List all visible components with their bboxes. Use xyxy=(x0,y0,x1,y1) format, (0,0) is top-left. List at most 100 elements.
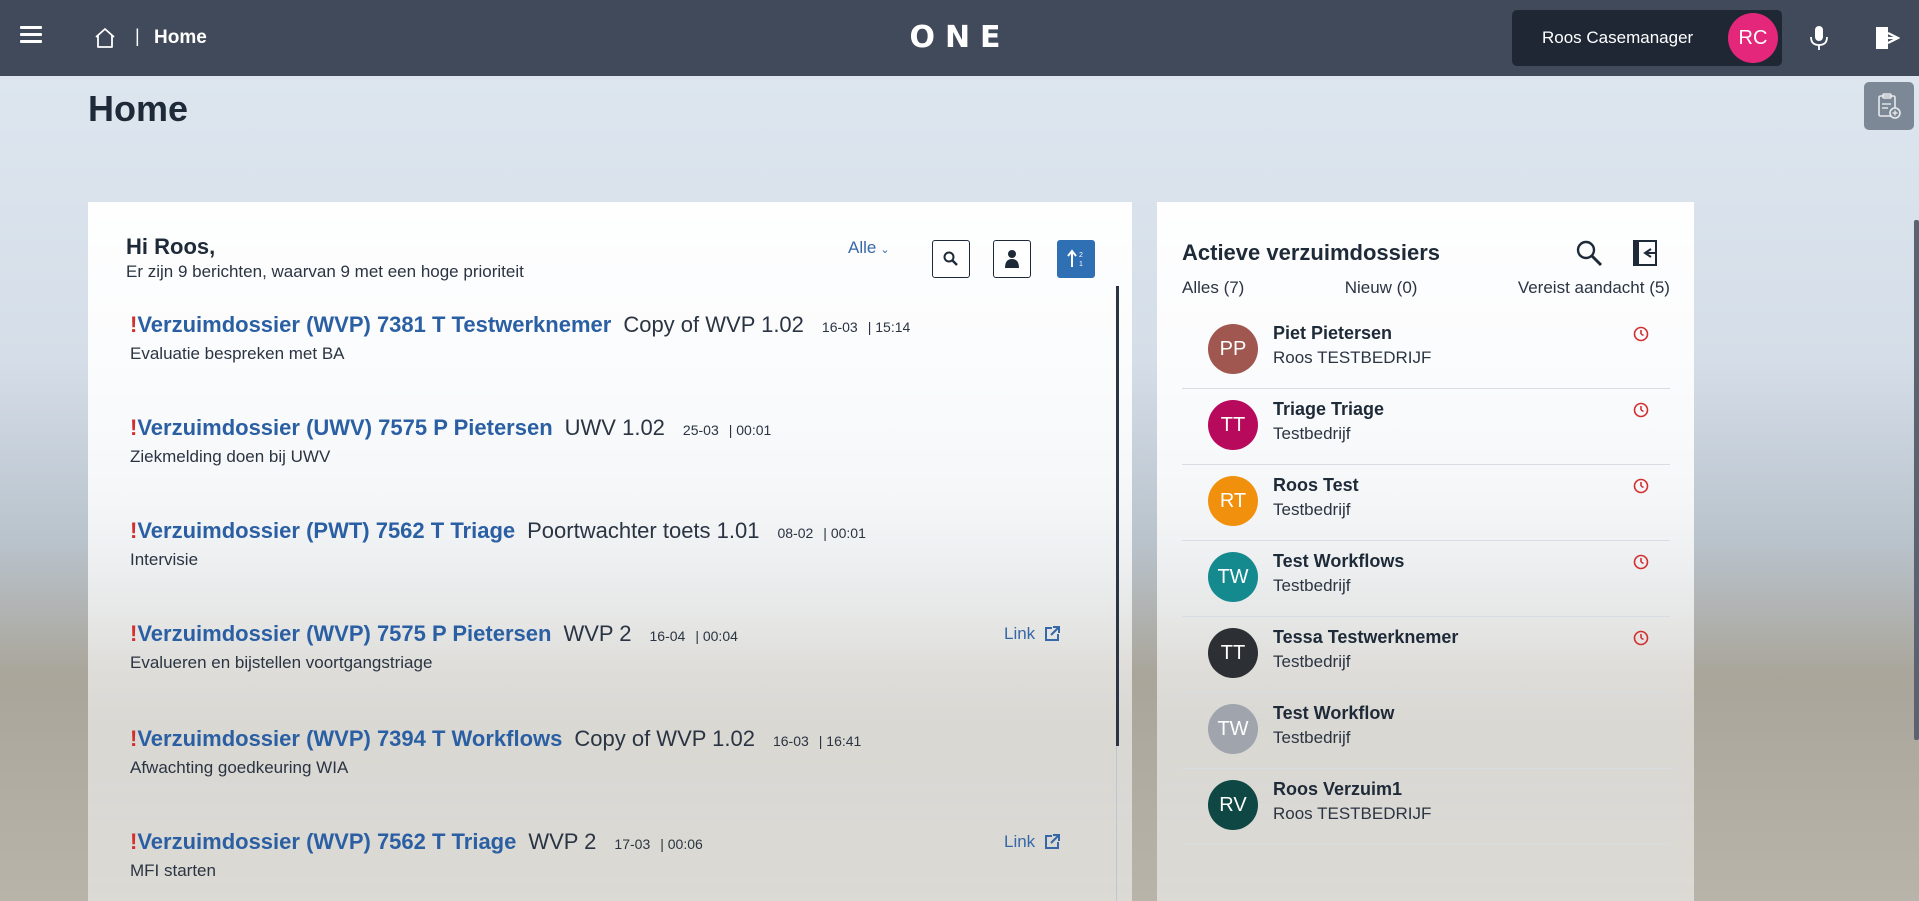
sort-button[interactable]: 2 1 xyxy=(1057,240,1095,278)
search-icon xyxy=(943,251,958,266)
dossiers-panel: Actieve verzuimdossiers Alles (7) Nieuw … xyxy=(1157,202,1694,901)
dossier-item[interactable]: TW Test Workflow Testbedrijf xyxy=(1182,693,1670,769)
priority-marker: ! xyxy=(130,726,138,751)
message-header: ! Verzuimdossier (WVP) 7575 P Pietersen WV… xyxy=(130,621,738,647)
dossier-company: Roos TESTBEDRIJF xyxy=(1273,804,1432,823)
message-external-link[interactable]: Link xyxy=(1004,832,1061,852)
user-menu[interactable]: Roos Casemanager RC xyxy=(1512,10,1782,66)
dossier-list: PP Piet Pietersen Roos TESTBEDRIJF TT Triage… xyxy=(1182,313,1670,845)
message-date: 25-03 xyxy=(682,422,719,438)
messages-summary: Er zijn 9 berichten, waarvan 9 met een h… xyxy=(126,262,524,281)
message-external-link[interactable]: Link xyxy=(1004,624,1061,644)
tab-alles[interactable]: Alles (7) xyxy=(1182,278,1244,298)
hamburger-menu-icon[interactable] xyxy=(20,26,42,50)
person-icon xyxy=(1005,250,1019,268)
dossiers-title: Actieve verzuimdossiers xyxy=(1182,240,1441,265)
tab-vereist-aandacht[interactable]: Vereist aandacht (5) xyxy=(1518,278,1670,298)
breadcrumb-current: Home xyxy=(154,27,207,48)
breadcrumb-separator: | xyxy=(135,26,140,46)
dossier-name: Roos Test xyxy=(1273,475,1359,495)
message-item[interactable]: ! Verzuimdossier (WVP) 7381 T Testwerknem… xyxy=(130,312,910,364)
dossier-item[interactable]: TW Test Workflows Testbedrijf xyxy=(1182,541,1670,617)
logo-text: ONE xyxy=(909,20,1011,55)
message-description: Intervisie xyxy=(130,550,199,569)
dossier-company: Testbedrijf xyxy=(1273,576,1351,595)
message-title-link[interactable]: Verzuimdossier (WVP) 7381 T Testwerkneme… xyxy=(137,312,611,338)
top-bar: | Home ONE Roos Casemanager RC xyxy=(0,0,1919,76)
priority-marker: ! xyxy=(130,621,138,646)
message-description: Ziekmelding doen bij UWV xyxy=(130,447,331,466)
link-label: Link xyxy=(1004,624,1036,643)
clock-alert-icon xyxy=(1633,478,1649,494)
home-icon[interactable] xyxy=(93,26,117,50)
message-date: 16-04 xyxy=(649,628,686,644)
search-dossiers-icon[interactable] xyxy=(1574,238,1604,268)
dossier-company: Testbedrijf xyxy=(1273,500,1351,519)
person-filter-button[interactable] xyxy=(993,240,1031,278)
message-date: 17-03 xyxy=(614,836,651,852)
clipboard-icon xyxy=(1878,93,1901,119)
greeting: Hi Roos, xyxy=(126,234,216,259)
message-title-link[interactable]: Verzuimdossier (WVP) 7394 T Workflows xyxy=(137,726,562,752)
dossier-name: Tessa Testwerknemer xyxy=(1273,627,1459,647)
message-type: WVP 2 xyxy=(528,829,597,854)
microphone-icon[interactable] xyxy=(1808,25,1830,51)
message-item[interactable]: ! Verzuimdossier (WVP) 7562 T Triage WVP 2… xyxy=(130,829,703,881)
message-item[interactable]: ! Verzuimdossier (PWT) 7562 T Triage Poort… xyxy=(130,518,866,570)
dossier-item[interactable]: RV Roos Verzuim1 Roos TESTBEDRIJF xyxy=(1182,769,1670,845)
priority-marker: ! xyxy=(130,829,138,854)
message-type: UWV 1.02 xyxy=(564,415,665,440)
dossier-avatar: TT xyxy=(1208,400,1258,450)
dossier-item[interactable]: RT Roos Test Testbedrijf xyxy=(1182,465,1670,541)
svg-text:1: 1 xyxy=(1079,261,1083,268)
user-name: Roos Casemanager xyxy=(1542,28,1694,47)
message-title-link[interactable]: Verzuimdossier (PWT) 7562 T Triage xyxy=(137,518,515,544)
message-description: Evaluatie bespreken met BA xyxy=(130,344,345,363)
message-type: Poortwachter toets 1.01 xyxy=(527,518,760,543)
page-scrollbar[interactable] xyxy=(1914,220,1919,740)
clipboard-add-button[interactable] xyxy=(1864,82,1914,130)
message-header: ! Verzuimdossier (PWT) 7562 T Triage Poort… xyxy=(130,518,866,544)
message-time: | 00:04 xyxy=(695,628,738,644)
message-type: WVP 2 xyxy=(563,621,632,646)
external-link-icon xyxy=(1045,626,1061,641)
messages-scrollbar[interactable] xyxy=(1116,286,1119,746)
dossier-tabs: Alles (7) Nieuw (0) Vereist aandacht (5) xyxy=(1182,278,1670,298)
filter-dropdown[interactable]: Alle ⌄ xyxy=(848,238,890,258)
priority-marker: ! xyxy=(130,312,138,337)
message-item[interactable]: ! Verzuimdossier (WVP) 7575 P Pietersen WV… xyxy=(130,621,738,673)
dossier-item[interactable]: TT Triage Triage Testbedrijf xyxy=(1182,389,1670,465)
dossier-item[interactable]: TT Tessa Testwerknemer Testbedrijf xyxy=(1182,617,1670,693)
dossier-avatar: TW xyxy=(1208,704,1258,754)
message-type: Copy of WVP 1.02 xyxy=(623,312,804,337)
message-time: | 15:14 xyxy=(867,319,911,335)
clock-alert-icon xyxy=(1633,326,1649,342)
message-item[interactable]: ! Verzuimdossier (WVP) 7394 T Workflows Co… xyxy=(130,726,861,778)
clock-alert-icon xyxy=(1633,402,1649,418)
message-time: | 16:41 xyxy=(818,733,862,749)
priority-marker: ! xyxy=(130,415,138,440)
message-item[interactable]: ! Verzuimdossier (UWV) 7575 P Pietersen UW… xyxy=(130,415,771,467)
search-messages-button[interactable] xyxy=(932,240,970,278)
filter-label: Alle xyxy=(848,238,877,257)
dossier-name: Piet Pietersen xyxy=(1273,323,1393,343)
message-header: ! Verzuimdossier (UWV) 7575 P Pietersen UW… xyxy=(130,415,771,441)
svg-text:2: 2 xyxy=(1079,252,1083,259)
collapse-panel-icon[interactable] xyxy=(1631,238,1661,268)
logout-icon[interactable] xyxy=(1874,25,1900,51)
dossier-item[interactable]: PP Piet Pietersen Roos TESTBEDRIJF xyxy=(1182,313,1670,389)
dossier-company: Testbedrijf xyxy=(1273,652,1351,671)
message-title-link[interactable]: Verzuimdossier (UWV) 7575 P Pietersen xyxy=(137,415,552,441)
dossier-name: Test Workflow xyxy=(1273,703,1395,723)
tab-nieuw[interactable]: Nieuw (0) xyxy=(1345,278,1418,298)
message-title-link[interactable]: Verzuimdossier (WVP) 7575 P Pietersen xyxy=(137,621,551,647)
messages-scroll-track[interactable] xyxy=(1116,746,1117,901)
message-title-link[interactable]: Verzuimdossier (WVP) 7562 T Triage xyxy=(137,829,516,855)
message-type: Copy of WVP 1.02 xyxy=(574,726,755,751)
messages-panel: Hi Roos, Er zijn 9 berichten, waarvan 9 … xyxy=(88,202,1132,901)
dossier-avatar: RT xyxy=(1208,476,1258,526)
clock-alert-icon xyxy=(1633,630,1649,646)
chevron-down-icon: ⌄ xyxy=(880,244,890,256)
page-title: Home xyxy=(88,88,189,129)
message-time: | 00:06 xyxy=(660,836,703,852)
